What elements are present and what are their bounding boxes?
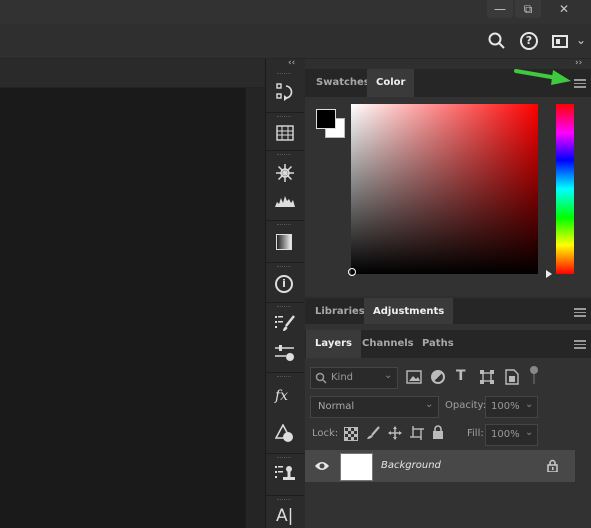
chevron-down-icon: ⌄	[425, 399, 434, 410]
layer-lock-icon	[547, 459, 558, 473]
filter-shape-layers-icon[interactable]	[480, 370, 494, 384]
strip-divider	[265, 262, 304, 263]
strip-divider	[265, 302, 304, 303]
layer-name[interactable]: Background	[381, 460, 441, 471]
hue-slider[interactable]	[556, 104, 574, 274]
chevron-down-icon: ⌄	[525, 399, 534, 410]
lock-all-icon[interactable]	[432, 425, 444, 439]
workspace-icon[interactable]	[552, 35, 568, 48]
tab-adjustments[interactable]: Adjustments	[364, 298, 454, 326]
panel-menu-icon[interactable]	[574, 340, 586, 349]
lock-position-icon[interactable]	[388, 426, 402, 440]
lock-label: Lock:	[312, 428, 339, 439]
opacity-label: Opacity:	[445, 400, 487, 411]
brush-presets-icon[interactable]	[274, 314, 296, 332]
lock-image-pixels-icon[interactable]	[366, 426, 380, 440]
color-picker-marker[interactable]	[348, 268, 356, 276]
minimize-button[interactable]: —	[487, 0, 513, 18]
grip-handle[interactable]	[277, 116, 291, 119]
foreground-color-swatch[interactable]	[316, 109, 336, 129]
grip-handle[interactable]	[277, 306, 291, 309]
brush-settings-icon[interactable]	[274, 344, 296, 362]
fill-label: Fill:	[467, 428, 484, 439]
strip-divider	[265, 220, 304, 221]
history-icon[interactable]	[276, 82, 294, 102]
eye-icon[interactable]	[314, 459, 330, 473]
shapes-icon[interactable]	[274, 423, 295, 444]
fill-field[interactable]: 100% ⌄	[485, 424, 538, 446]
green-arrow-annotation	[514, 69, 571, 85]
filter-toggle-switch[interactable]	[530, 366, 538, 384]
document-tab-strip	[0, 59, 265, 88]
blend-mode-dropdown[interactable]: Normal ⌄	[310, 396, 439, 418]
help-button[interactable]: ?	[520, 32, 538, 50]
grip-handle[interactable]	[277, 224, 291, 227]
tab-color[interactable]: Color	[367, 69, 415, 97]
grip-handle[interactable]	[277, 376, 291, 379]
canvas-pasteboard	[246, 88, 265, 528]
histogram-icon[interactable]	[274, 194, 296, 208]
grip-handle[interactable]	[277, 266, 291, 269]
layer-filter-value: Kind	[331, 372, 354, 383]
strip-divider	[265, 150, 304, 151]
clone-source-icon[interactable]	[274, 464, 296, 484]
grip-handle[interactable]	[277, 73, 291, 76]
close-window-button[interactable]: ✕	[549, 0, 579, 18]
collapse-icon-strip-button[interactable]: ‹‹	[288, 58, 295, 68]
opacity-value: 100%	[491, 401, 520, 412]
color-saturation-field[interactable]	[351, 104, 538, 274]
panel-menu-icon[interactable]	[574, 79, 586, 88]
chevron-down-icon: ⌄	[384, 370, 393, 381]
lock-artboard-icon[interactable]	[410, 426, 424, 440]
layer-thumbnail[interactable]	[340, 453, 373, 481]
grip-handle[interactable]	[277, 457, 291, 460]
filter-pixel-layers-icon[interactable]	[406, 370, 422, 384]
strip-divider	[265, 495, 304, 496]
lock-transparent-pixels-icon[interactable]	[344, 427, 358, 441]
collapse-panels-button[interactable]: ››	[575, 58, 582, 68]
grid-icon[interactable]	[276, 124, 294, 142]
fill-value: 100%	[491, 429, 520, 440]
filter-smart-objects-icon[interactable]	[505, 369, 519, 385]
strip-divider	[265, 453, 304, 454]
document-canvas[interactable]	[0, 88, 246, 528]
navigator-wheel-icon[interactable]	[275, 163, 295, 183]
layer-filter-dropdown[interactable]: Kind ⌄	[310, 367, 398, 389]
adjustments-panel-tab-bar: Libraries Adjustments	[305, 298, 591, 326]
character-icon[interactable]: A|	[276, 506, 298, 526]
blend-mode-value: Normal	[318, 401, 355, 412]
panel-menu-icon[interactable]	[574, 308, 586, 317]
strip-divider	[265, 372, 304, 373]
search-icon	[315, 372, 327, 384]
chevron-down-icon: ⌄	[525, 427, 534, 438]
workspace-dropdown-chevron-icon[interactable]: ⌄	[576, 33, 586, 47]
filter-type-layers-icon[interactable]: T	[456, 368, 466, 384]
restore-button[interactable]: ⧉	[515, 0, 541, 18]
info-icon[interactable]: i	[275, 275, 293, 293]
hue-slider-handle[interactable]	[546, 270, 552, 278]
search-icon[interactable]	[488, 32, 506, 50]
layers-panel-tab-bar: Layers Channels Paths	[305, 330, 591, 358]
gradient-icon[interactable]	[276, 234, 292, 250]
tab-paths[interactable]: Paths	[413, 330, 463, 358]
grip-handle[interactable]	[277, 154, 291, 157]
grip-handle[interactable]	[277, 499, 291, 502]
styles-fx-icon[interactable]: fx	[275, 386, 295, 406]
opacity-field[interactable]: 100% ⌄	[485, 396, 538, 418]
filter-adjustment-layers-icon[interactable]	[431, 370, 445, 384]
strip-divider	[265, 112, 304, 113]
